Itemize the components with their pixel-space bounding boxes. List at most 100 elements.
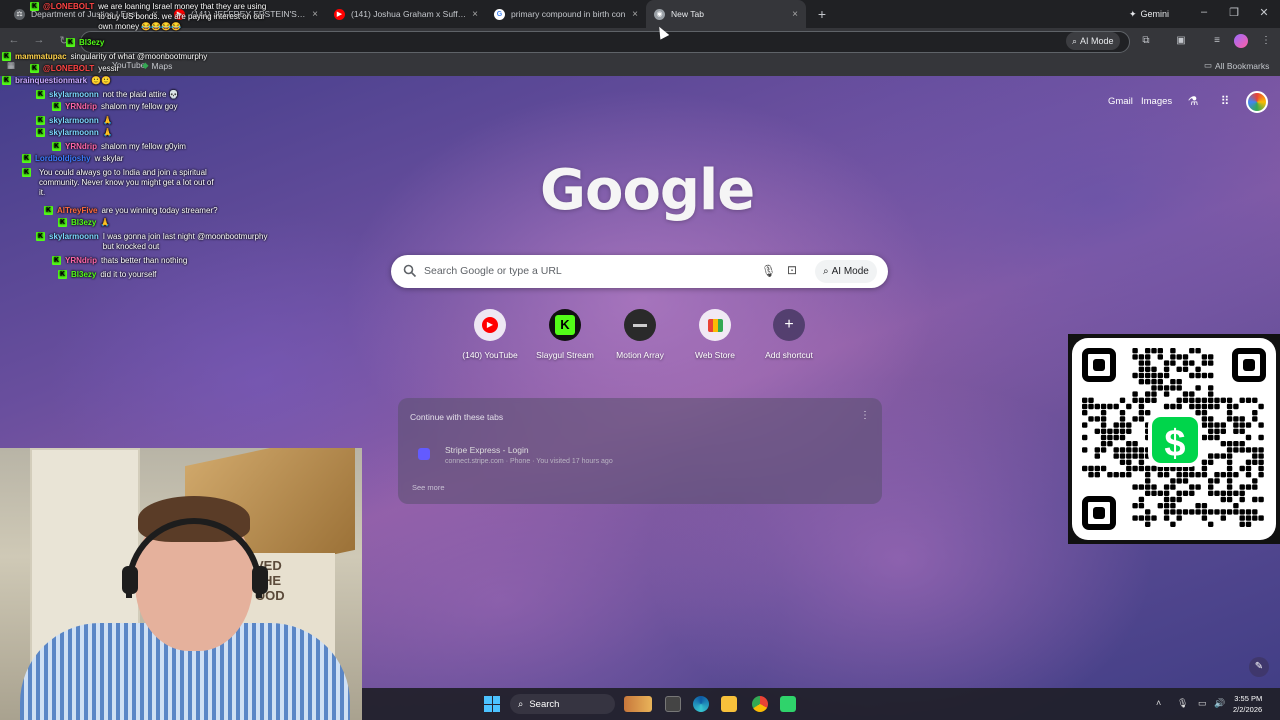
continue-item-title[interactable]: Stripe Express - Login [445, 445, 529, 455]
taskbar-clock[interactable]: 3:55 PM 2/2/2026 [1233, 693, 1262, 715]
stripe-icon [418, 448, 430, 460]
ai-search-icon: ⌕ [823, 266, 829, 277]
continue-item-subtitle: connect.stripe.com · Phone · You visited… [445, 458, 613, 465]
chat-username[interactable]: YRNdrip [65, 142, 97, 152]
shortcut-add[interactable]: + Add shortcut [752, 309, 826, 360]
chat-username[interactable]: YRNdrip [65, 102, 97, 112]
labs-flask-icon[interactable]: ⚗ [1185, 93, 1201, 109]
widgets-icon[interactable] [624, 696, 652, 712]
web-store-icon [699, 309, 731, 341]
edge-icon[interactable] [693, 696, 709, 712]
kebab-menu-icon[interactable]: ⋮ [1259, 34, 1273, 48]
chat-message: K @LONEBOLT we are loaning Israel money th… [30, 2, 273, 32]
tab-title: New Tab [671, 9, 704, 19]
microphone-icon[interactable]: 🎙 [761, 264, 776, 278]
new-tab-button[interactable]: + [812, 6, 832, 22]
close-icon[interactable]: × [312, 9, 318, 20]
kick-badge-icon: K [36, 128, 45, 137]
obs-app-icon[interactable] [780, 696, 796, 712]
tab-youtube-graham[interactable]: ▶ (141) Joshua Graham x Suffocat × [326, 0, 486, 28]
chat-username[interactable]: YRNdrip [65, 256, 97, 266]
customize-pencil-icon[interactable]: ✎ [1249, 657, 1269, 677]
close-icon[interactable]: × [792, 9, 798, 20]
maximize-icon[interactable]: ❐ [1227, 6, 1241, 19]
chat-username[interactable]: brainquestionmark [15, 76, 87, 86]
chat-message: K AlTreyFive are you winning today streame… [44, 206, 276, 216]
forward-arrow-icon[interactable]: → [32, 34, 46, 46]
chat-message: Kskylarmoonn 🙏 [36, 116, 278, 126]
ai-mode-button[interactable]: ⌕ AI Mode [815, 260, 877, 283]
shortcut-motion-array[interactable]: Motion Array [603, 309, 677, 360]
chat-username[interactable]: skylarmoonn [49, 128, 99, 138]
kick-icon: K [549, 309, 581, 341]
windows-start-icon[interactable] [484, 696, 500, 712]
qr-finder-top-right [1232, 348, 1266, 382]
close-icon[interactable]: × [472, 9, 478, 20]
menu-lines-icon[interactable]: ≡ [1210, 34, 1224, 48]
ai-search-icon: ⌕ [1072, 35, 1078, 46]
kick-badge-icon: K [2, 52, 11, 61]
kick-badge-icon: K [58, 270, 67, 279]
side-panel-icon[interactable]: ▣ [1174, 34, 1188, 48]
tab-new-tab[interactable]: ◉ New Tab × [646, 0, 806, 28]
chat-username[interactable]: Lordboldjoshy [35, 154, 91, 164]
chat-username[interactable]: skylarmoonn [49, 90, 99, 100]
omnibox-ai-mode-button[interactable]: ⌕ AI Mode [1066, 32, 1120, 50]
kick-badge-icon: K [30, 64, 39, 73]
gmail-link[interactable]: Gmail [1108, 96, 1133, 107]
chat-username[interactable]: Bl3ezy [71, 270, 96, 280]
account-avatar[interactable] [1246, 91, 1268, 113]
cashapp-icon: $ [1148, 413, 1202, 467]
file-explorer-icon[interactable] [721, 696, 737, 712]
google-apps-icon[interactable]: ⠿ [1217, 93, 1233, 109]
plus-icon: + [773, 309, 805, 341]
shortcut-label: Web Store [694, 350, 735, 360]
ntp-search-box[interactable]: Search Google or type a URL 🎙 ⊡ ⌕ AI Mod… [391, 255, 888, 288]
chrome-icon[interactable] [752, 696, 768, 712]
chat-text: 🙏 [102, 128, 113, 137]
images-link[interactable]: Images [1141, 96, 1172, 107]
close-window-icon[interactable]: ✕ [1257, 6, 1271, 19]
microphone-icon[interactable]: 🎙 [1177, 698, 1188, 709]
shortcut-youtube[interactable]: ▶ (140) YouTube [453, 309, 527, 360]
chat-text [108, 38, 283, 48]
back-arrow-icon[interactable]: ← [7, 34, 21, 46]
network-icon[interactable]: ▭ [1198, 698, 1207, 709]
chat-username[interactable]: Bl3ezy [79, 38, 104, 48]
tab-google-search[interactable]: G primary compound in birth con × [486, 0, 646, 28]
shortcut-web-store[interactable]: Web Store [678, 309, 752, 360]
kebab-menu-icon[interactable]: ⋮ [860, 410, 870, 421]
chat-username[interactable]: @LONEBOLT [43, 2, 94, 32]
speaker-icon[interactable]: 🔊 [1214, 698, 1225, 709]
kick-badge-icon: K [2, 76, 11, 85]
chat-username[interactable]: mammatupac [15, 52, 67, 62]
chevron-up-icon[interactable]: ˄ [1156, 698, 1161, 708]
lens-camera-icon[interactable]: ⊡ [787, 263, 797, 277]
minimize-icon[interactable]: – [1197, 6, 1211, 18]
taskbar-search[interactable]: ⌕ Search [510, 694, 615, 714]
ai-mode-label: AI Mode [831, 266, 869, 277]
chat-message: Kbrainquestionmark 🙂🙂 [2, 76, 266, 86]
chat-text: yessir [98, 64, 120, 73]
chat-username[interactable]: skylarmoonn [49, 232, 99, 252]
chat-message: K YRNdrip thats better than nothing [52, 256, 276, 266]
task-view-icon[interactable] [665, 696, 681, 712]
headset-earpad-left [122, 566, 138, 594]
profile-avatar[interactable] [1234, 34, 1248, 48]
chat-text: 🙏 [100, 218, 111, 227]
extensions-icon[interactable]: ⧉ [1139, 34, 1153, 48]
gemini-button[interactable]: ✦ Gemini [1121, 5, 1177, 23]
qr-finder-top-left [1082, 348, 1116, 382]
shortcut-slaygul-stream[interactable]: K Slaygul Stream [528, 309, 602, 360]
continue-card-title: Continue with these tabs [410, 412, 504, 422]
shortcut-label: Motion Array [616, 350, 664, 360]
chat-username[interactable]: @LONEBOLT [43, 64, 94, 74]
chat-username[interactable]: Bl3ezy [71, 218, 96, 228]
chat-username[interactable]: AlTreyFive [57, 206, 97, 216]
all-bookmarks-button[interactable]: ▭ All Bookmarks [1204, 60, 1269, 71]
see-more-link[interactable]: See more [412, 483, 445, 492]
close-icon[interactable]: × [632, 9, 638, 20]
chat-message: K Bl3ezy did it to yourself [58, 270, 275, 280]
chat-username[interactable]: skylarmoonn [49, 116, 99, 126]
chat-message: Kmammatupac singularity of what @moonboot… [2, 52, 246, 62]
